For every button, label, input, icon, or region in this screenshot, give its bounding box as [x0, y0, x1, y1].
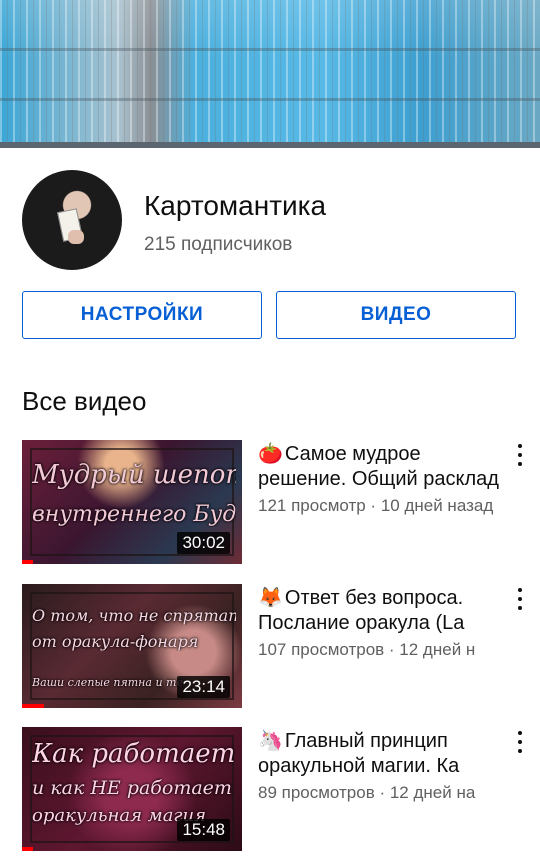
fox-emoji-icon: 🦊 [258, 587, 283, 609]
video-title-text: Самое мудрое решение. Общий расклад [258, 443, 499, 490]
thumbnail-caption: О том, что не спрятать [32, 606, 236, 625]
tomato-emoji-icon: 🍅 [258, 443, 283, 465]
video-thumbnail[interactable]: Как работает и как НЕ работает оракульна… [22, 727, 242, 851]
video-title[interactable]: 🍅 Самое мудрое решение. Общий расклад [258, 442, 504, 492]
video-item[interactable]: Мудрый шепот внутреннего Будды 30:02 🍅Са… [0, 440, 540, 564]
banner-plank-seam [0, 48, 540, 51]
section-title: Все видео [22, 386, 147, 416]
more-options-icon[interactable] [512, 588, 528, 610]
channel-avatar[interactable] [22, 170, 122, 270]
watch-progress-bar [22, 847, 33, 851]
subscriber-count: 215 подписчиков [144, 234, 293, 255]
settings-button[interactable]: НАСТРОЙКИ [22, 291, 262, 339]
video-title[interactable]: 🦄 Главный принцип оракульной магии. Ка [258, 729, 504, 779]
thumbnail-caption: Как работает [32, 739, 236, 769]
channel-name: Картомантика [144, 190, 327, 221]
watch-progress-bar [22, 704, 44, 708]
video-title[interactable]: 🦊 Ответ без вопроса. Послание оракула (La [258, 586, 504, 636]
video-thumbnail[interactable]: О том, что не спрятать от оракула-фонаря… [22, 584, 242, 708]
video-meta: 89 просмотров · 12 дней на [258, 783, 476, 802]
channel-banner [0, 0, 540, 148]
video-meta: 121 просмотр · 10 дней назад [258, 496, 494, 515]
videos-button[interactable]: ВИДЕО [276, 291, 516, 339]
video-duration: 30:02 [177, 532, 230, 554]
more-options-icon[interactable] [512, 731, 528, 753]
video-title-text: Главный принцип оракульной магии. Ка [258, 730, 460, 777]
banner-edge [0, 142, 540, 148]
watch-progress-bar [22, 560, 33, 564]
avatar-hand [68, 230, 84, 244]
more-options-icon[interactable] [512, 444, 528, 466]
unicorn-emoji-icon: 🦄 [258, 730, 283, 752]
video-thumbnail[interactable]: Мудрый шепот внутреннего Будды 30:02 [22, 440, 242, 564]
thumbnail-caption: и как НЕ работает [32, 777, 232, 799]
video-duration: 23:14 [177, 676, 230, 698]
video-item[interactable]: Как работает и как НЕ работает оракульна… [0, 727, 540, 851]
video-title-text: Ответ без вопроса. Послание оракула (La [258, 587, 465, 634]
video-duration: 15:48 [177, 819, 230, 841]
video-meta: 107 просмотров · 12 дней н [258, 640, 476, 659]
thumbnail-caption: от оракула-фонаря [32, 632, 199, 651]
banner-plank-seam [0, 98, 540, 101]
video-item[interactable]: О том, что не спрятать от оракула-фонаря… [0, 584, 540, 708]
thumbnail-caption: Мудрый шепот [32, 460, 236, 490]
thumbnail-caption: внутреннего Будды [32, 502, 236, 527]
